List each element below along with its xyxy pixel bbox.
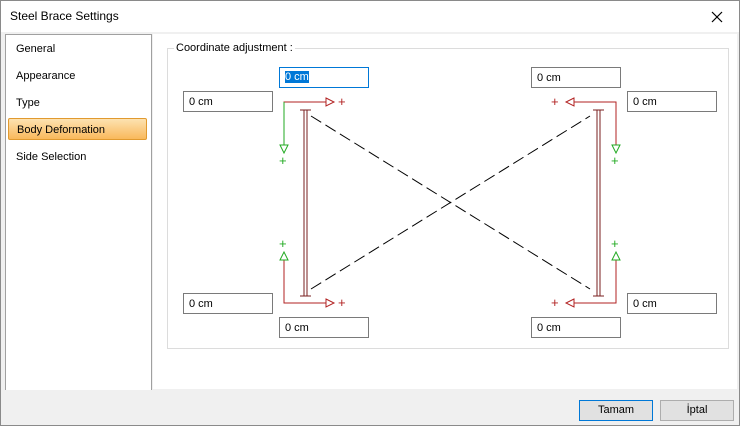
plus-glyph: + — [279, 153, 287, 168]
settings-sidebar: General Appearance Type Body Deformation… — [5, 34, 152, 391]
title-bar: Steel Brace Settings — [1, 1, 739, 32]
top-left-x-field[interactable]: 0 cm — [279, 67, 369, 88]
sidebar-item-side-selection[interactable]: Side Selection — [8, 146, 147, 168]
window-title: Steel Brace Settings — [10, 9, 119, 23]
plus-glyph: + — [338, 295, 346, 310]
plus-glyph: + — [551, 295, 559, 310]
sidebar-item-type[interactable]: Type — [8, 92, 147, 114]
top-right-arrows: + + — [551, 94, 621, 168]
plus-glyph: + — [279, 236, 287, 251]
sidebar-item-appearance[interactable]: Appearance — [8, 65, 147, 87]
plus-glyph: + — [611, 153, 619, 168]
top-right-x-field[interactable] — [531, 67, 621, 88]
left-column — [300, 109, 311, 297]
bottom-left-arrows: + + — [279, 236, 346, 310]
dialog-window: Steel Brace Settings General Appearance … — [0, 0, 740, 426]
sidebar-item-body-deformation[interactable]: Body Deformation — [8, 118, 147, 140]
ok-button[interactable]: Tamam — [579, 400, 653, 421]
bottom-left-x-field[interactable] — [279, 317, 369, 338]
brace-diagram: + + + + + + + + — [279, 94, 621, 310]
bottom-right-arrows: + + — [551, 236, 621, 310]
plus-glyph: + — [551, 94, 559, 109]
top-left-y-field[interactable] — [183, 91, 273, 112]
close-button[interactable] — [695, 1, 739, 32]
settings-panel: Coordinate adjustment : + + + + + + + + … — [153, 34, 737, 389]
bottom-left-y-field[interactable] — [183, 293, 273, 314]
button-bar: Tamam İptal — [1, 390, 739, 425]
bottom-right-x-field[interactable] — [531, 317, 621, 338]
cancel-button[interactable]: İptal — [660, 400, 734, 421]
bottom-right-y-field[interactable] — [627, 293, 717, 314]
sidebar-item-general[interactable]: General — [8, 38, 147, 60]
close-icon — [711, 11, 723, 22]
top-right-y-field[interactable] — [627, 91, 717, 112]
plus-glyph: + — [611, 236, 619, 251]
plus-glyph: + — [338, 94, 346, 109]
right-column — [593, 109, 604, 297]
top-left-x-value: 0 cm — [285, 71, 309, 83]
